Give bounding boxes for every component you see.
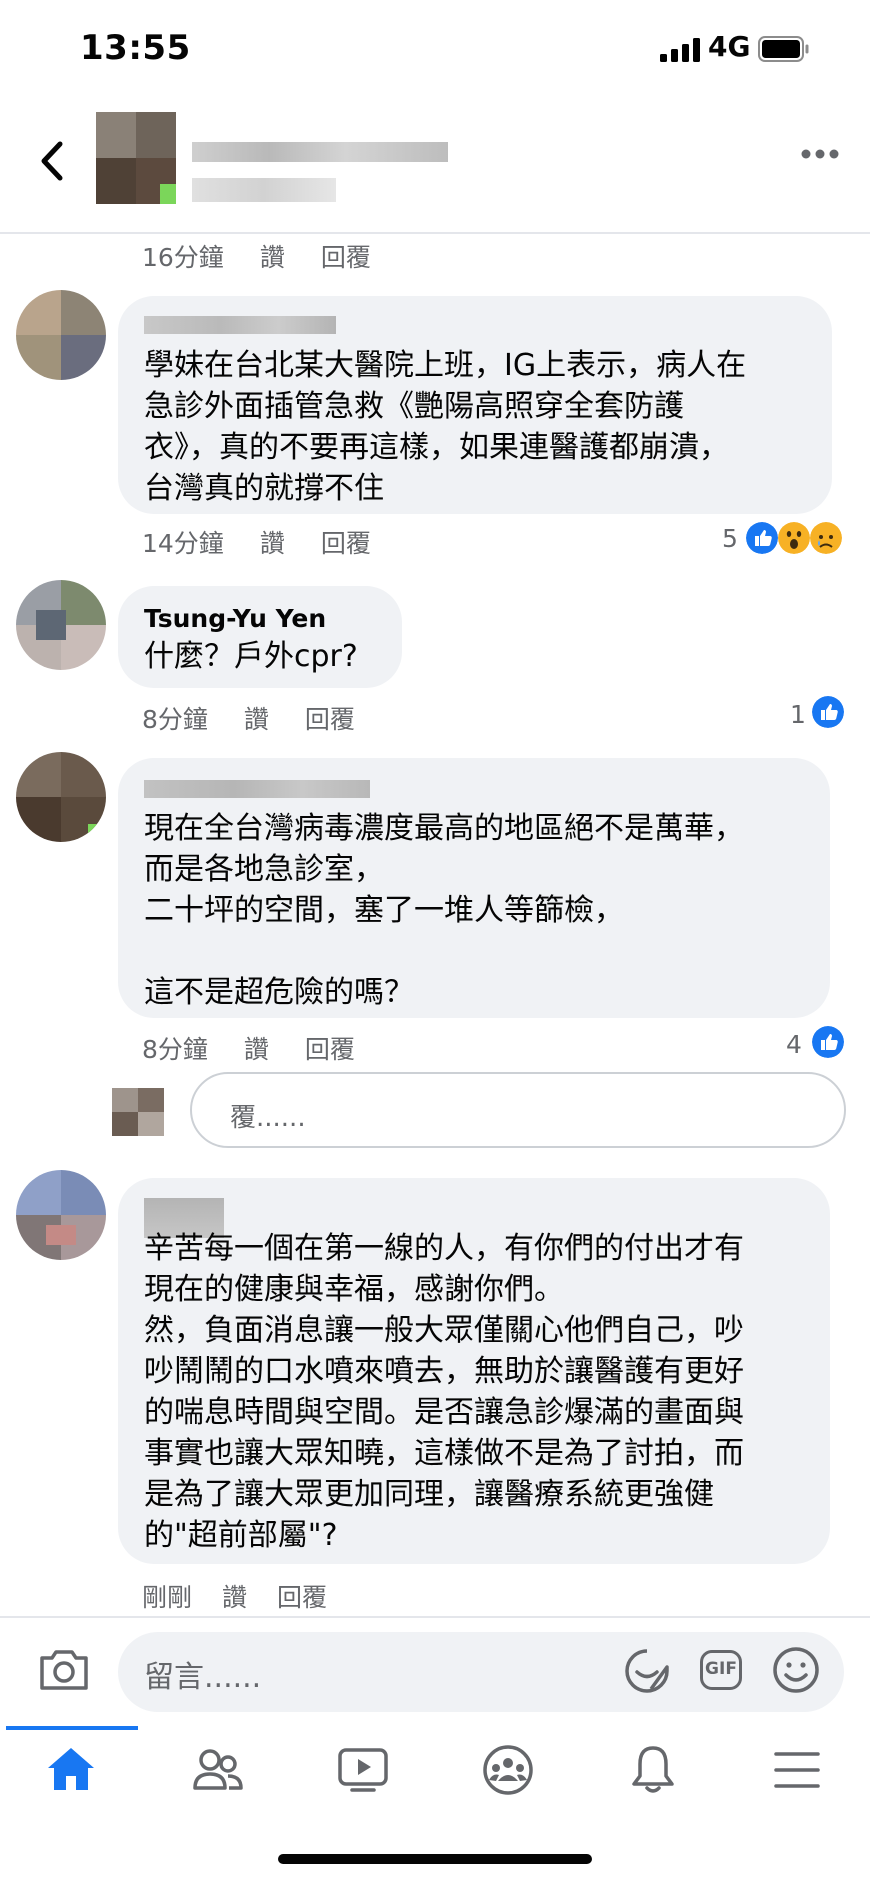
commenter-name-blurred: [144, 316, 336, 334]
comment-placeholder: 留言......: [144, 1660, 262, 1695]
comment-time: 16分鐘: [142, 243, 224, 272]
comment-time: 剛剛: [142, 1583, 193, 1612]
comment-text: 什麼？戶外cpr?: [144, 639, 358, 674]
comment-time: 8分鐘: [142, 705, 208, 734]
header-name-blurred: [192, 142, 448, 162]
avatar[interactable]: [16, 580, 106, 670]
home-indicator: [278, 1854, 592, 1864]
network-label: 4G: [708, 30, 751, 63]
like-reaction-icon: [812, 696, 844, 728]
comment-meta: 8分鐘 讚 回覆: [142, 700, 391, 736]
like-reaction-icon: [746, 522, 778, 554]
comment-text: 辛苦每一個在第一線的人，有你們的付出才有 現在的健康與幸福，感謝你們。 然，負面…: [144, 1231, 744, 1553]
signal-icon: [660, 38, 700, 62]
status-time: 13:55: [80, 28, 191, 68]
more-dots-icon[interactable]: [800, 148, 840, 160]
reply-link[interactable]: 回覆: [321, 243, 371, 272]
notifications-bell-icon[interactable]: [630, 1744, 676, 1794]
like-link[interactable]: 讚: [244, 1035, 269, 1064]
avatar[interactable]: [16, 290, 106, 380]
header-subtitle-blurred: [192, 178, 336, 202]
comment-time: 8分鐘: [142, 1035, 208, 1064]
emoji-icon[interactable]: [772, 1646, 820, 1694]
reply-link[interactable]: 回覆: [305, 705, 355, 734]
nav-active-indicator: [6, 1726, 138, 1730]
header-avatar-blurred[interactable]: [96, 112, 176, 204]
commenter-name[interactable]: Tsung-Yu Yen: [144, 604, 326, 633]
like-link[interactable]: 讚: [260, 529, 285, 558]
gif-label: GIF: [705, 1659, 737, 1679]
reply-avatar-blurred: [112, 1088, 164, 1136]
reaction-count[interactable]: 1: [790, 700, 806, 729]
like-reaction-icon: [812, 1026, 844, 1058]
composer-divider: [0, 1616, 870, 1618]
comment-meta: 14分鐘 讚 回覆: [142, 524, 407, 560]
comment-text: 現在全台灣病毒濃度最高的地區絕不是萬華， 而是各地急診室， 二十坪的空間，塞了一…: [144, 811, 744, 1010]
like-link[interactable]: 讚: [222, 1583, 247, 1612]
comment-meta: 8分鐘 讚 回覆: [142, 1030, 391, 1066]
comment-meta: 16分鐘 讚 回覆: [142, 238, 407, 274]
sticker-icon[interactable]: [624, 1648, 670, 1694]
reply-link[interactable]: 回覆: [277, 1583, 327, 1612]
wow-reaction-icon: [778, 522, 810, 554]
menu-icon[interactable]: [774, 1750, 820, 1790]
reaction-count[interactable]: 4: [786, 1030, 802, 1059]
sad-reaction-icon: [810, 522, 842, 554]
battery-icon: [758, 36, 809, 62]
groups-icon[interactable]: [482, 1744, 534, 1796]
avatar[interactable]: [16, 752, 106, 842]
comment-time: 14分鐘: [142, 529, 224, 558]
like-link[interactable]: 讚: [244, 705, 269, 734]
comment-meta: 剛剛讚 回覆: [142, 1578, 363, 1614]
like-link[interactable]: 讚: [260, 243, 285, 272]
avatar[interactable]: [16, 1170, 106, 1260]
commenter-name-blurred: [144, 780, 370, 798]
home-icon[interactable]: [46, 1746, 96, 1792]
reaction-count[interactable]: 5: [722, 524, 738, 553]
reply-placeholder: 覆......: [230, 1103, 306, 1133]
comment-text: 學妹在台北某大醫院上班，IG上表示，病人在 急診外面插管急救《艷陽高照穿全套防護…: [144, 348, 747, 506]
reply-link[interactable]: 回覆: [305, 1035, 355, 1064]
watch-video-icon[interactable]: [338, 1748, 388, 1792]
back-arrow-icon[interactable]: [36, 138, 66, 184]
camera-icon[interactable]: [38, 1648, 90, 1692]
reply-link[interactable]: 回覆: [321, 529, 371, 558]
friends-icon[interactable]: [192, 1748, 244, 1792]
